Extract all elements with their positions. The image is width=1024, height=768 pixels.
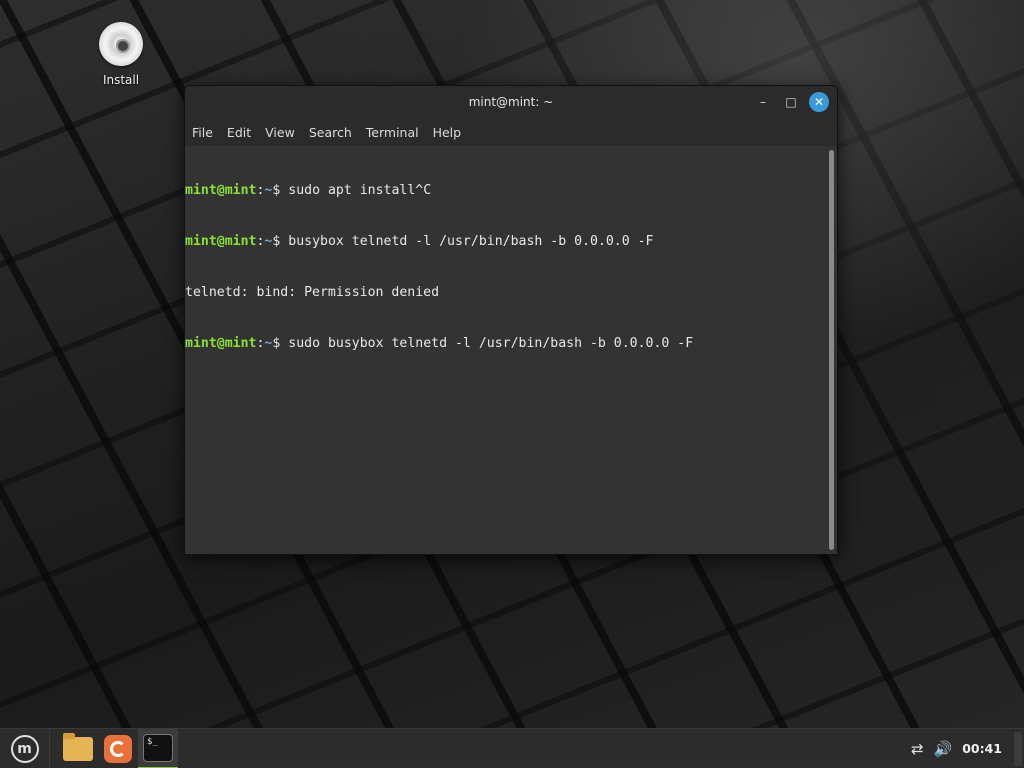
files-launcher[interactable] — [58, 729, 98, 768]
terminal-line: mint@mint:~$ sudo busybox telnetd -l /us… — [185, 335, 823, 352]
terminal-line: mint@mint:~$ busybox telnetd -l /usr/bin… — [185, 233, 823, 250]
command-text: sudo busybox telnetd -l /usr/bin/bash -b… — [288, 336, 694, 351]
prompt-user: mint@mint — [185, 336, 257, 351]
prompt-sign: $ — [272, 183, 289, 198]
command-text: busybox telnetd -l /usr/bin/bash -b 0.0.… — [288, 234, 654, 249]
disc-icon — [99, 22, 143, 66]
desktop-icon-label: Install — [102, 73, 140, 87]
title-bar[interactable]: mint@mint: ~ – □ ✕ — [185, 86, 837, 118]
scrollbar[interactable] — [829, 150, 834, 550]
firefox-icon — [104, 734, 132, 763]
terminal-icon: $_ — [143, 733, 173, 762]
bottom-panel: m $_ ⇄ 🔊 00:41 — [0, 728, 1024, 768]
terminal-window[interactable]: mint@mint: ~ – □ ✕ File Edit View Search… — [184, 85, 838, 555]
output-text: telnetd: bind: Permission denied — [185, 285, 440, 300]
menu-file[interactable]: File — [192, 125, 213, 140]
maximize-button[interactable]: □ — [781, 92, 801, 112]
terminal-line: telnetd: bind: Permission denied — [185, 284, 823, 301]
command-text: sudo apt install^C — [288, 183, 432, 198]
prompt-sign: $ — [272, 336, 289, 351]
network-icon[interactable]: ⇄ — [911, 740, 924, 758]
desktop: Install mint@mint: ~ – □ ✕ File Edit Vie… — [0, 0, 1024, 728]
prompt-sign: $ — [272, 234, 289, 249]
terminal-line: mint@mint:~$ sudo apt install^C — [185, 182, 823, 199]
minimize-button[interactable]: – — [753, 92, 773, 112]
menu-terminal[interactable]: Terminal — [366, 125, 419, 140]
volume-icon[interactable]: 🔊 — [934, 740, 953, 758]
menu-edit[interactable]: Edit — [227, 125, 251, 140]
clock[interactable]: 00:41 — [962, 741, 1002, 756]
show-desktop-button[interactable] — [1014, 731, 1022, 766]
terminal-output-area[interactable]: mint@mint:~$ sudo apt install^C mint@min… — [185, 146, 837, 554]
menu-search[interactable]: Search — [309, 125, 352, 140]
menu-view[interactable]: View — [265, 125, 295, 140]
menu-bar: File Edit View Search Terminal Help — [185, 118, 837, 146]
terminal-text: mint@mint:~$ sudo apt install^C mint@min… — [185, 148, 823, 386]
menu-help[interactable]: Help — [433, 125, 462, 140]
firefox-launcher[interactable] — [98, 729, 138, 768]
prompt-user: mint@mint — [185, 183, 257, 198]
close-button[interactable]: ✕ — [809, 92, 829, 112]
window-controls: – □ ✕ — [745, 92, 829, 112]
main-menu-button[interactable]: m — [0, 728, 50, 768]
prompt-user: mint@mint — [185, 234, 257, 249]
linux-mint-logo-icon: m — [10, 734, 39, 763]
system-tray: ⇄ 🔊 00:41 — [911, 729, 1024, 768]
desktop-icon-install[interactable]: Install — [92, 22, 150, 87]
terminal-launcher[interactable]: $_ — [138, 728, 178, 768]
folder-icon — [63, 732, 93, 761]
window-title: mint@mint: ~ — [468, 95, 554, 109]
